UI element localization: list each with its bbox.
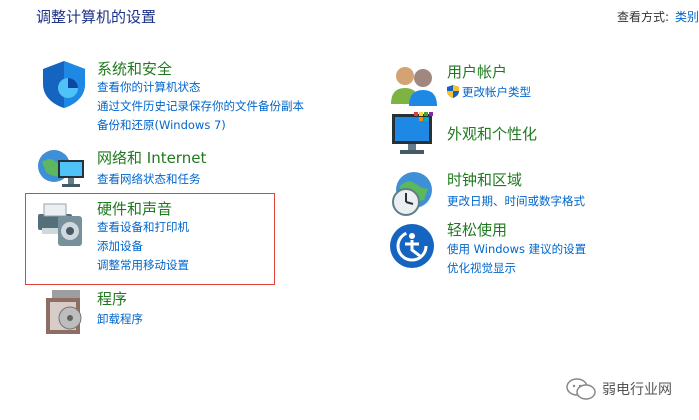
category-title-hardware-sound[interactable]: 硬件和声音 xyxy=(97,198,172,219)
category-title-ease-access[interactable]: 轻松使用 xyxy=(447,219,507,240)
shield-icon[interactable] xyxy=(38,58,90,110)
category-title-user-accounts[interactable]: 用户帐户 xyxy=(447,61,507,82)
link-change-account-type[interactable]: 更改帐户类型 xyxy=(447,84,531,100)
view-by: 查看方式: 类别 xyxy=(617,8,699,25)
category-title-network[interactable]: 网络和 Internet xyxy=(97,147,206,168)
link-optimize-visual[interactable]: 优化视觉显示 xyxy=(447,260,516,276)
ease-of-access-icon[interactable] xyxy=(388,222,440,274)
link-devices-printers[interactable]: 查看设备和打印机 xyxy=(97,219,189,235)
link-add-device[interactable]: 添加设备 xyxy=(97,238,143,254)
link-date-time-format[interactable]: 更改日期、时间或数字格式 xyxy=(447,193,585,209)
uac-shield-icon xyxy=(447,85,459,98)
watermark: 弱电行业网 xyxy=(566,376,696,402)
category-title-programs[interactable]: 程序 xyxy=(97,288,127,309)
view-by-label: 查看方式: xyxy=(617,10,670,24)
network-globe-icon[interactable] xyxy=(36,142,88,194)
page-title: 调整计算机的设置 xyxy=(36,8,157,26)
watermark-text: 弱电行业网 xyxy=(602,382,672,398)
wechat-logo-icon xyxy=(566,378,596,400)
link-change-account-type-label: 更改帐户类型 xyxy=(462,85,531,99)
programs-icon[interactable] xyxy=(40,286,92,338)
link-check-computer-status[interactable]: 查看你的计算机状态 xyxy=(97,79,201,95)
link-windows-recommended[interactable]: 使用 Windows 建议的设置 xyxy=(447,241,586,257)
monitor-personalize-icon[interactable] xyxy=(388,108,440,160)
clock-globe-icon[interactable] xyxy=(388,168,440,220)
link-backup-restore[interactable]: 备份和还原(Windows 7) xyxy=(97,117,226,133)
link-file-history[interactable]: 通过文件历史记录保存你的文件备份副本 xyxy=(97,98,304,114)
users-icon[interactable] xyxy=(388,60,440,112)
printer-speaker-icon[interactable] xyxy=(34,198,86,250)
category-title-clock-region[interactable]: 时钟和区域 xyxy=(447,169,522,190)
view-by-dropdown[interactable]: 类别 xyxy=(675,10,699,24)
category-title-appearance[interactable]: 外观和个性化 xyxy=(447,123,537,144)
link-uninstall-program[interactable]: 卸载程序 xyxy=(97,311,143,327)
category-title-system-security[interactable]: 系统和安全 xyxy=(97,58,172,79)
link-mobility-settings[interactable]: 调整常用移动设置 xyxy=(97,257,189,273)
link-network-status[interactable]: 查看网络状态和任务 xyxy=(97,171,201,187)
